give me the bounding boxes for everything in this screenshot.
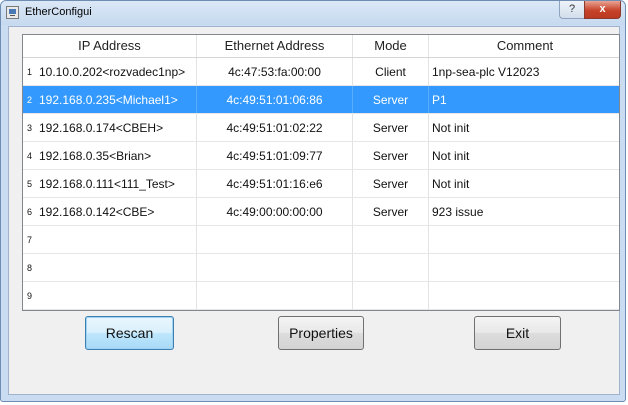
mode-cell: Server bbox=[353, 142, 429, 170]
comment-cell: P1 bbox=[432, 93, 447, 107]
comment-cell bbox=[429, 254, 619, 282]
row-number: 3 bbox=[26, 123, 32, 133]
comment-cell: Not init bbox=[432, 177, 470, 191]
mode-cell: Server bbox=[353, 198, 429, 226]
comment-cell bbox=[429, 282, 619, 310]
properties-button[interactable]: Properties bbox=[278, 316, 364, 350]
column-header-comment[interactable]: Comment bbox=[429, 35, 619, 57]
title-bar[interactable]: EtherConfigui ? x bbox=[1, 1, 625, 25]
table-row[interactable]: 10.10.0.202<rozvadec1np> 4c:47:53:fa:00:0… bbox=[23, 58, 619, 86]
main-window: EtherConfigui ? x IP Address Ethernet Ad… bbox=[0, 0, 626, 402]
table-row[interactable]: 192.168.0.111<111_Test> 4c:49:51:01:16:e6… bbox=[23, 170, 619, 198]
row-number: 1 bbox=[26, 67, 32, 77]
table-row[interactable]: 192.168.0.142<CBE> 4c:49:00:00:00:00 Serve… bbox=[23, 198, 619, 226]
ethernet-address-cell bbox=[197, 254, 353, 282]
row-number: 9 bbox=[26, 291, 32, 301]
ethernet-address-cell: 4c:47:53:fa:00:00 bbox=[197, 58, 353, 86]
ethernet-address-cell: 4c:49:51:01:06:86 bbox=[197, 86, 353, 114]
mode-cell: Server bbox=[353, 114, 429, 142]
device-list[interactable]: IP Address Ethernet Address Mode Comment… bbox=[22, 34, 620, 311]
table-row[interactable]: 7 bbox=[23, 226, 619, 254]
ip-address-cell: 192.168.0.35<Brian> bbox=[23, 142, 197, 170]
row-number: 5 bbox=[26, 179, 32, 189]
ip-address-cell: 192.168.0.111<111_Test> bbox=[23, 170, 197, 198]
ethernet-address-cell: 4c:49:51:01:09:77 bbox=[197, 142, 353, 170]
column-header-ip-address[interactable]: IP Address bbox=[23, 35, 197, 57]
comment-cell bbox=[429, 226, 619, 254]
mode-cell: Client bbox=[353, 58, 429, 86]
rescan-button[interactable]: Rescan bbox=[85, 316, 174, 350]
row-number: 6 bbox=[26, 207, 32, 217]
ethernet-address-cell bbox=[197, 282, 353, 310]
row-divider bbox=[23, 309, 619, 310]
column-header-mode[interactable]: Mode bbox=[353, 35, 429, 57]
table-row[interactable]: 192.168.0.235<Michael1> 4c:49:51:01:06:86… bbox=[23, 86, 619, 114]
app-icon[interactable] bbox=[6, 6, 19, 19]
client-area: IP Address Ethernet Address Mode Comment… bbox=[8, 26, 620, 395]
ethernet-address-cell bbox=[197, 226, 353, 254]
row-number: 8 bbox=[26, 263, 32, 273]
mode-cell: Server bbox=[353, 170, 429, 198]
window-title: EtherConfigui bbox=[25, 6, 92, 18]
comment-cell: Not init bbox=[432, 149, 470, 163]
comment-cell: 1np-sea-plc V12023 bbox=[432, 65, 540, 79]
mode-cell: Server bbox=[353, 86, 429, 114]
ethernet-address-cell: 4c:49:51:01:02:22 bbox=[197, 114, 353, 142]
help-button[interactable]: ? bbox=[559, 1, 585, 19]
table-row[interactable]: 192.168.0.174<CBEH> 4c:49:51:01:02:22 Serv… bbox=[23, 114, 619, 142]
mode-cell bbox=[353, 226, 429, 254]
table-row[interactable]: 9 bbox=[23, 282, 619, 310]
ip-address-cell bbox=[23, 226, 197, 254]
table-row[interactable]: 8 bbox=[23, 254, 619, 282]
ethernet-address-cell: 4c:49:00:00:00:00 bbox=[197, 198, 353, 226]
close-button[interactable]: x bbox=[584, 1, 621, 19]
mode-cell bbox=[353, 254, 429, 282]
list-header: IP Address Ethernet Address Mode Comment bbox=[23, 35, 619, 58]
row-number: 7 bbox=[26, 235, 32, 245]
ip-address-cell bbox=[23, 282, 197, 310]
table-row[interactable]: 192.168.0.35<Brian> 4c:49:51:01:09:77 Serv… bbox=[23, 142, 619, 170]
ip-address-cell: 192.168.0.142<CBE> bbox=[23, 198, 197, 226]
row-number: 4 bbox=[26, 151, 32, 161]
ip-address-cell: 192.168.0.235<Michael1> bbox=[23, 86, 197, 114]
ip-address-cell: 192.168.0.174<CBEH> bbox=[23, 114, 197, 142]
mode-cell bbox=[353, 282, 429, 310]
comment-cell: Not init bbox=[432, 121, 470, 135]
exit-button[interactable]: Exit bbox=[474, 316, 561, 350]
row-number: 2 bbox=[26, 95, 32, 105]
column-header-ethernet-address[interactable]: Ethernet Address bbox=[197, 35, 353, 57]
comment-cell: 923 issue bbox=[432, 205, 484, 219]
ip-address-cell bbox=[23, 254, 197, 282]
ethernet-address-cell: 4c:49:51:01:16:e6 bbox=[197, 170, 353, 198]
ip-address-cell: 10.10.0.202<rozvadec1np> bbox=[23, 58, 197, 86]
